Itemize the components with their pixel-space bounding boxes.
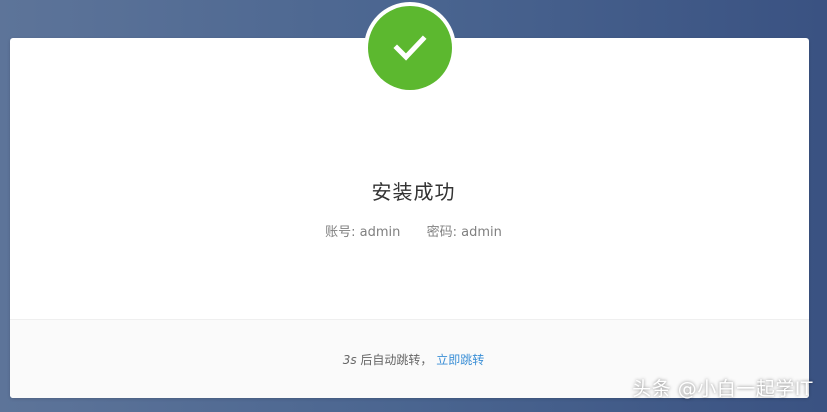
redirect-now-link[interactable]: 立即跳转 <box>436 353 484 367</box>
page-title: 安装成功 <box>371 180 456 204</box>
countdown-seconds: 3s <box>342 353 357 367</box>
password-label: 密码: <box>426 225 458 240</box>
account-label: 账号: <box>325 225 356 240</box>
credentials-line: 账号: admin 密码: admin <box>0 221 827 240</box>
watermark: 头条 @小白一起学IT <box>632 378 813 400</box>
redirect-line: 3s 后自动跳转， 立即跳转 <box>0 351 827 368</box>
check-icon <box>393 35 427 61</box>
redirect-text: 后自动跳转， <box>360 353 433 367</box>
account-value: admin <box>359 225 401 240</box>
password-value: admin <box>461 225 502 240</box>
success-badge <box>368 6 452 90</box>
